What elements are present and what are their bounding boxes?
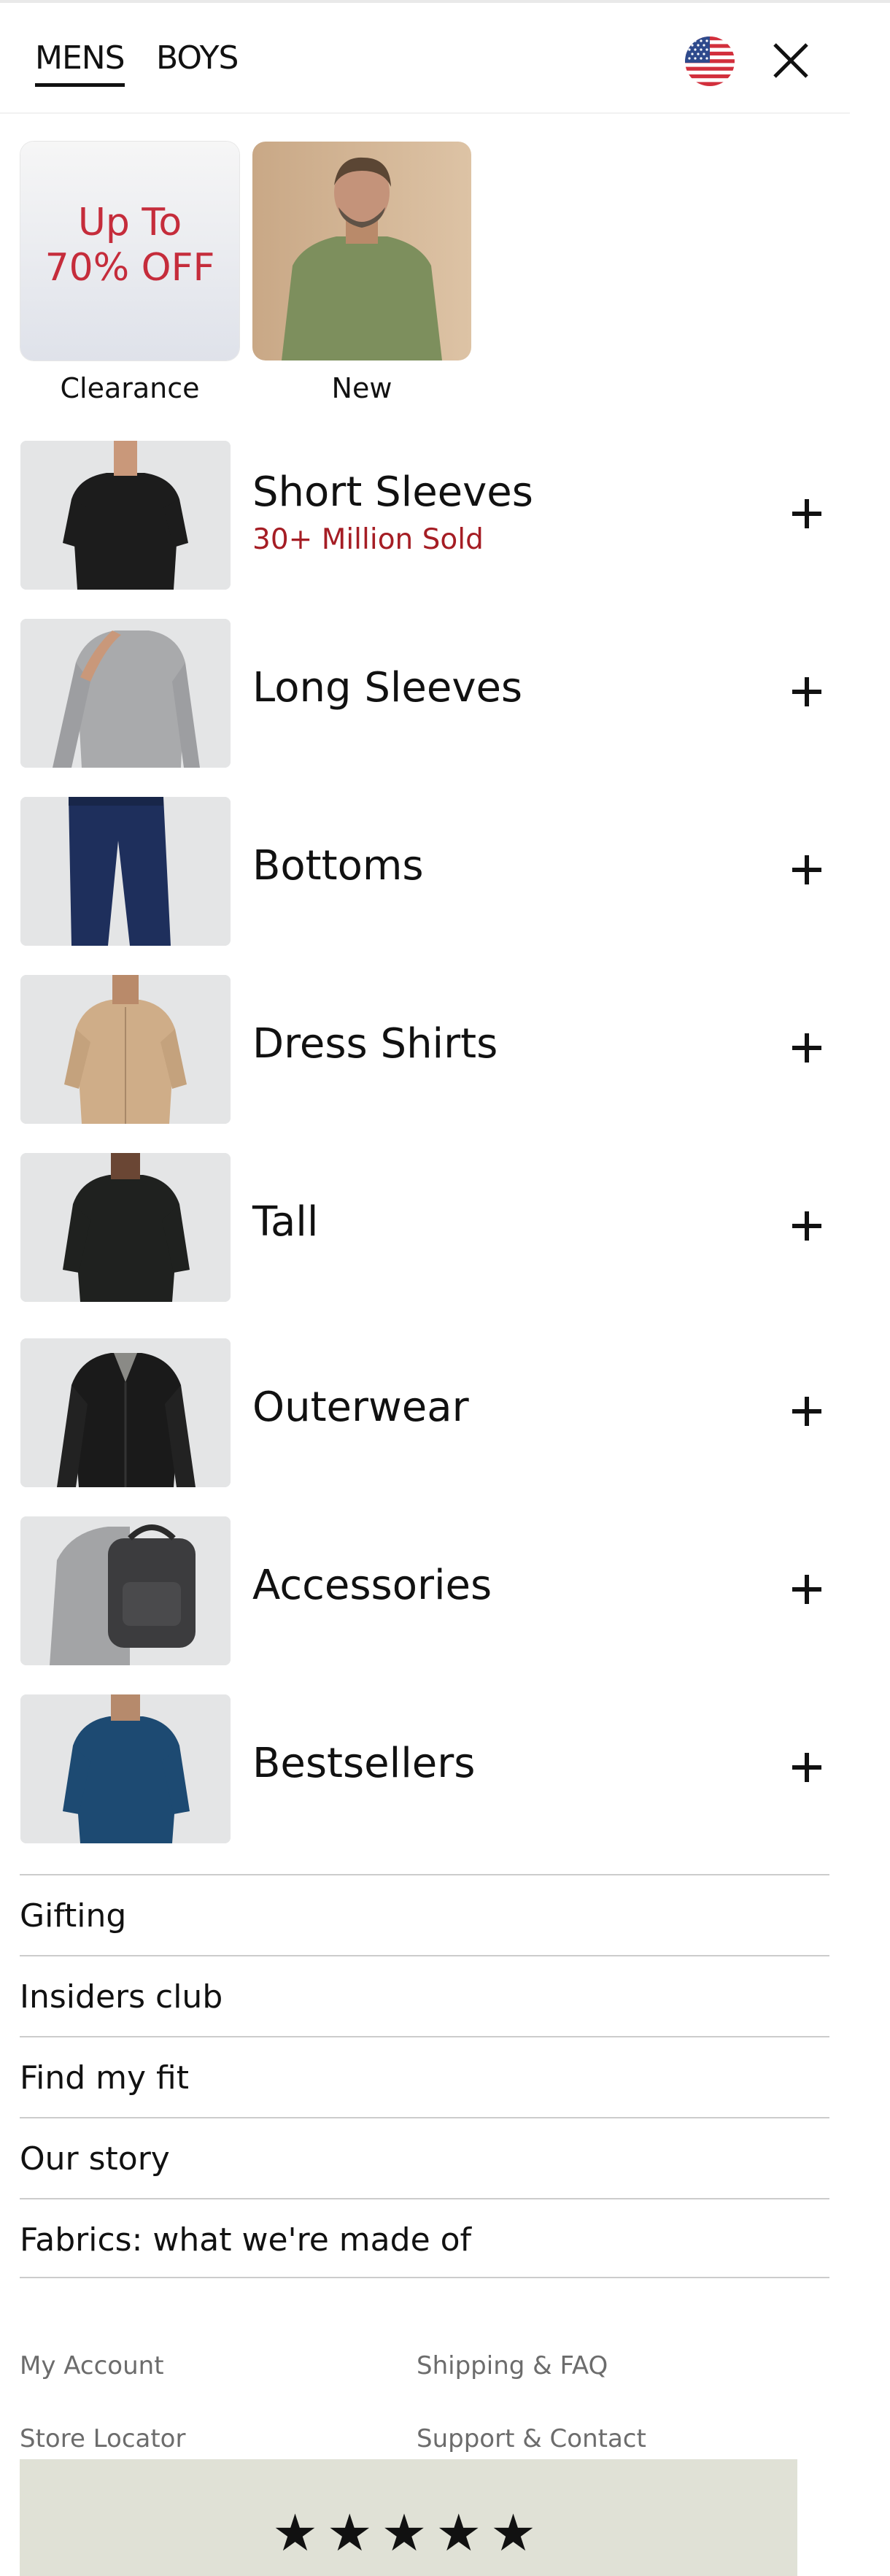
dress-shirts-image [20,975,231,1124]
category-row-tall[interactable]: Tall [0,1153,850,1302]
clearance-tile[interactable]: Up To 70% OFF [20,142,239,360]
link-our-story[interactable]: Our story [20,2117,829,2197]
bottoms-image [20,797,231,946]
expand-plus-icon[interactable] [792,1397,821,1426]
category-row-long-sleeves[interactable]: Long Sleeves [0,619,850,768]
expand-plus-icon[interactable] [792,855,821,884]
footer-shipping-faq[interactable]: Shipping & FAQ [417,2351,608,2380]
expand-plus-icon[interactable] [792,1753,821,1782]
category-name: Bestsellers [252,1740,476,1787]
expand-plus-icon[interactable] [792,1211,821,1241]
links-divider [20,2277,829,2278]
star-rating-icon: ★★★★★ [272,2503,545,2563]
new-tile[interactable] [252,142,471,360]
category-row-bottoms[interactable]: Bottoms [0,797,850,946]
category-row-outerwear[interactable]: Outerwear [0,1338,850,1487]
category-row-bestsellers[interactable]: Bestsellers [0,1694,850,1843]
new-label[interactable]: New [252,372,471,404]
expand-plus-icon[interactable] [792,1575,821,1604]
reviews-banner: ★★★★★ [20,2459,797,2576]
link-insiders-club[interactable]: Insiders club [20,1955,829,2035]
category-name: Dress Shirts [252,1020,498,1068]
close-icon[interactable] [769,39,813,82]
link-gifting[interactable]: Gifting [20,1874,829,1954]
category-row-short-sleeves[interactable]: Short Sleeves 30+ Million Sold [0,441,850,590]
category-name: Outerwear [252,1384,469,1431]
category-row-dress-shirts[interactable]: Dress Shirts [0,975,850,1124]
clearance-label[interactable]: Clearance [20,372,239,404]
category-row-accessories[interactable]: Accessories [0,1516,850,1665]
link-find-my-fit[interactable]: Find my fit [20,2036,829,2116]
long-sleeves-image [20,619,231,768]
expand-plus-icon[interactable] [792,1033,821,1063]
menu-header: MENS BOYS [0,3,850,114]
promo-line-2: 70% OFF [44,246,215,290]
tall-image [20,1153,231,1302]
expand-plus-icon[interactable] [792,677,821,706]
footer-support-contact[interactable]: Support & Contact [417,2424,646,2453]
category-name: Tall [252,1198,319,1246]
link-label: Fabrics: what we're made of [20,2221,472,2259]
outerwear-image [20,1338,231,1487]
category-name: Bottoms [252,842,424,890]
category-name: Long Sleeves [252,664,523,712]
promo-line-1: Up To [77,201,182,244]
new-arrivals-image [252,142,471,360]
us-flag-icon[interactable] [685,36,735,86]
bestsellers-image [20,1694,231,1843]
short-sleeves-image [20,441,231,590]
tab-boys[interactable]: BOYS [156,39,239,77]
expand-plus-icon[interactable] [792,499,821,528]
link-label: Find my fit [20,2059,189,2097]
link-label: Insiders club [20,1978,223,2016]
footer-my-account[interactable]: My Account [20,2351,164,2380]
link-label: Our story [20,2140,170,2178]
category-subtitle: 30+ Million Sold [252,523,484,556]
link-label: Gifting [20,1897,127,1935]
clearance-promo-text: Up To 70% OFF [20,200,239,290]
tab-mens[interactable]: MENS [35,39,125,87]
category-name: Short Sleeves [252,468,533,516]
link-fabrics[interactable]: Fabrics: what we're made of [20,2198,829,2278]
accessories-image [20,1516,231,1665]
footer-store-locator[interactable]: Store Locator [20,2424,185,2453]
category-name: Accessories [252,1562,492,1609]
